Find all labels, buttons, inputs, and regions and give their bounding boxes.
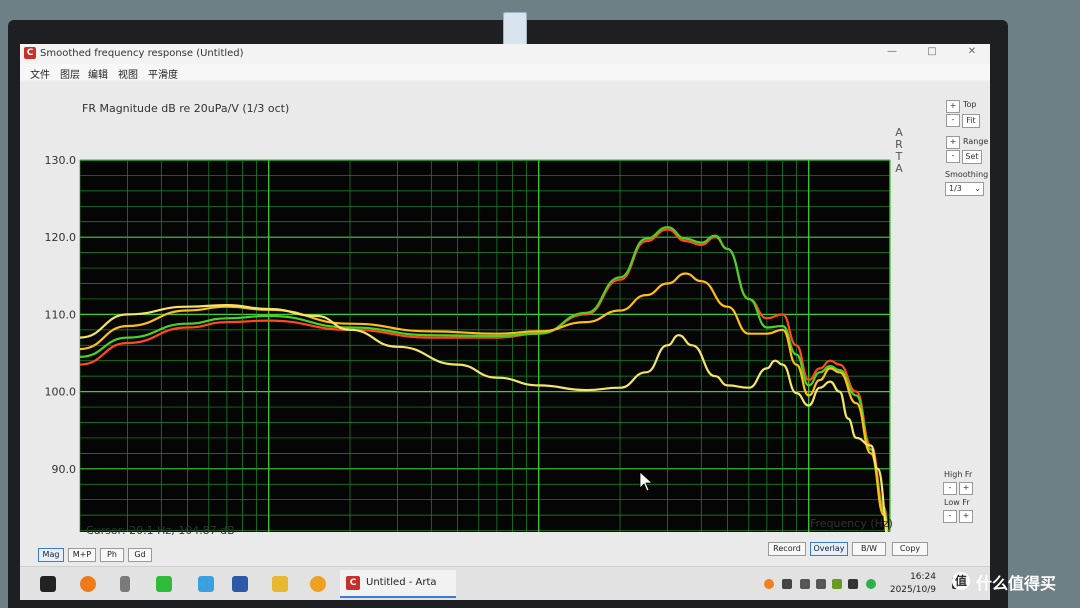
plot-background: [80, 160, 890, 532]
ph-button[interactable]: Ph: [100, 548, 124, 562]
minimize-button[interactable]: —: [872, 46, 912, 57]
y-tick-label: 100.0: [45, 386, 77, 399]
low-fr-label: Low Fr: [944, 498, 970, 507]
clock-date: 2025/10/9: [889, 585, 936, 595]
arta-app-icon: C: [24, 47, 36, 59]
window-titlebar[interactable]: C Smoothed frequency response (Untitled)…: [20, 44, 990, 64]
taskbar-clock[interactable]: 16:24 2025/10/9: [880, 571, 936, 597]
range-up-button[interactable]: +: [946, 136, 960, 149]
x-axis-label: Frequency (Hz): [810, 517, 893, 530]
smoothing-select[interactable]: 1/3 ⌄: [945, 182, 984, 196]
plot-window: FR Magnitude dB re 20uPa/V (1/3 oct) 80.…: [20, 82, 990, 578]
menu-file[interactable]: 文件: [30, 66, 50, 81]
high-fr-label: High Fr: [944, 470, 973, 479]
firefox-icon[interactable]: [80, 576, 96, 592]
range-down-button[interactable]: -: [946, 150, 960, 163]
fit-button[interactable]: Fit: [962, 114, 980, 128]
menu-bar: 文件 图层 编辑 视图 平滑度: [20, 64, 990, 81]
tray-usb-icon[interactable]: [782, 579, 792, 589]
y-tick-label: 120.0: [45, 231, 77, 244]
top-up-button[interactable]: +: [946, 100, 960, 113]
taskbar: C Untitled - Arta 16:24 2025/10/9: [20, 566, 990, 600]
m-p-button[interactable]: M+P: [68, 548, 96, 562]
high-fr-minus-button[interactable]: -: [943, 482, 957, 495]
window-title: Smoothed frequency response (Untitled): [40, 48, 244, 59]
nvidia-icon[interactable]: [832, 579, 842, 589]
copy-button[interactable]: Copy: [892, 542, 928, 556]
wifi-icon[interactable]: [800, 579, 810, 589]
screen: C Smoothed frequency response (Untitled)…: [20, 44, 990, 600]
y-tick-label: 110.0: [45, 308, 77, 321]
record-button[interactable]: Record: [768, 542, 806, 556]
windows-start-icon[interactable]: [40, 576, 56, 592]
y-tick-label: 90.0: [52, 463, 77, 476]
taskbar-arta-app[interactable]: C Untitled - Arta: [340, 570, 456, 598]
arta-letter: A: [895, 162, 903, 175]
top-down-button[interactable]: -: [946, 114, 960, 127]
frequency-response-chart[interactable]: 80.090.0100.0110.0120.0130.0201002005001…: [20, 112, 900, 532]
smoothing-value: 1/3: [949, 184, 962, 193]
mag-button[interactable]: Mag: [38, 548, 64, 562]
overlay-button[interactable]: Overlay: [810, 542, 848, 556]
top-label: Top: [963, 100, 977, 109]
menu-view[interactable]: 视图: [118, 66, 138, 81]
word-icon[interactable]: [232, 576, 248, 592]
cursor-readout: Cursor: 20.1 Hz, 104.87 dB: [86, 524, 235, 537]
low-fr-plus-button[interactable]: +: [959, 510, 973, 523]
watermark-logo-icon: 值: [952, 572, 970, 590]
maximize-button[interactable]: □: [912, 46, 952, 57]
headphones-app-icon[interactable]: [310, 576, 326, 592]
arta-vertical-label: A R T A: [892, 127, 906, 175]
chevron-down-icon: ⌄: [974, 184, 981, 193]
app-blue-icon[interactable]: [198, 576, 214, 592]
menu-smoothing[interactable]: 平滑度: [148, 66, 178, 81]
low-fr-minus-button[interactable]: -: [943, 510, 957, 523]
arta-app-icon: C: [346, 576, 360, 590]
menu-edit[interactable]: 编辑: [88, 66, 108, 81]
file-explorer-icon[interactable]: [272, 576, 288, 592]
range-label: Range: [963, 137, 989, 146]
high-fr-plus-button[interactable]: +: [959, 482, 973, 495]
gd-button[interactable]: Gd: [128, 548, 152, 562]
set-button[interactable]: Set: [962, 150, 982, 164]
menu-layer[interactable]: 图层: [60, 66, 80, 81]
close-button[interactable]: ✕: [952, 46, 990, 57]
smoothing-label: Smoothing: [945, 170, 989, 179]
taskbar-app-label: Untitled - Arta: [366, 577, 437, 588]
tray-app-icon[interactable]: [866, 579, 876, 589]
y-tick-label: 130.0: [45, 154, 77, 167]
clock-time: 16:24: [910, 572, 936, 582]
usb-drive-icon[interactable]: [120, 576, 130, 592]
input-method-icon[interactable]: [848, 579, 858, 589]
volume-icon[interactable]: [816, 579, 826, 589]
bw-button[interactable]: B/W: [852, 542, 886, 556]
watermark-text: 什么值得买: [976, 574, 1057, 593]
wechat-icon[interactable]: [156, 576, 172, 592]
tray-warning-icon[interactable]: [764, 579, 774, 589]
